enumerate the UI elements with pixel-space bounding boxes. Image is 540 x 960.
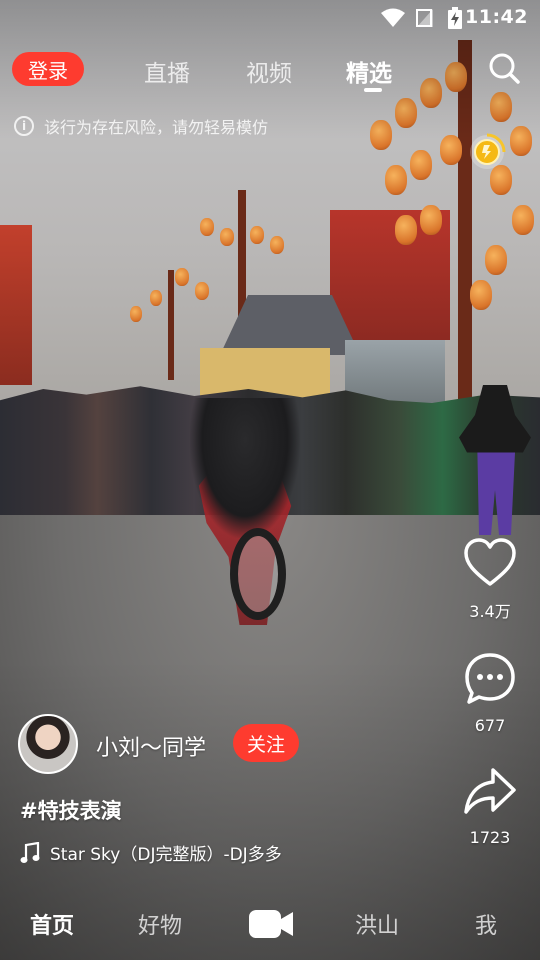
signal-icon bbox=[416, 9, 433, 27]
nav-local[interactable]: 洪山 bbox=[355, 908, 399, 940]
lantern bbox=[410, 150, 432, 180]
like-count: 3.4万 bbox=[469, 602, 511, 621]
lantern bbox=[220, 228, 234, 246]
risk-warning: i 该行为存在风险，请勿轻易模仿 bbox=[14, 114, 268, 138]
top-bar: 登录 直播 视频 精选 bbox=[0, 50, 540, 92]
tab-featured[interactable]: 精选 bbox=[346, 54, 392, 88]
lantern bbox=[200, 218, 214, 236]
scene-left-tower bbox=[0, 225, 32, 385]
lantern bbox=[250, 226, 264, 244]
lantern bbox=[512, 205, 534, 235]
lantern bbox=[175, 268, 189, 286]
heart-icon[interactable] bbox=[463, 538, 517, 588]
bottom-nav: 首页 好物 洪山 我 bbox=[0, 900, 540, 960]
tab-video[interactable]: 视频 bbox=[246, 54, 292, 88]
video-camera-icon[interactable] bbox=[248, 906, 294, 942]
comment-count: 677 bbox=[474, 716, 506, 735]
login-button[interactable]: 登录 bbox=[12, 52, 84, 86]
scene-kiosk bbox=[200, 348, 330, 398]
lantern bbox=[130, 306, 142, 322]
battery-charging-icon bbox=[448, 7, 462, 29]
share-count: 1723 bbox=[469, 828, 511, 847]
music-title: Star Sky（DJ完整版）-DJ多多 bbox=[50, 845, 282, 865]
nav-me[interactable]: 我 bbox=[475, 908, 497, 940]
avatar[interactable] bbox=[18, 714, 78, 774]
tab-live[interactable]: 直播 bbox=[144, 54, 190, 88]
scene-wheel bbox=[230, 528, 286, 620]
music-note-icon bbox=[20, 841, 40, 863]
info-icon: i bbox=[14, 116, 34, 136]
author-name[interactable]: 小刘～同学 bbox=[96, 730, 206, 762]
wifi-icon bbox=[381, 8, 405, 27]
video-feed-screen: 11:42 登录 直播 视频 精选 i 该行为存在风险，请勿轻易模仿 3.4万 bbox=[0, 0, 540, 960]
comment-icon[interactable] bbox=[464, 652, 516, 706]
music-info[interactable]: Star Sky（DJ完整版）-DJ多多 bbox=[20, 840, 282, 865]
coin-reward-icon[interactable] bbox=[463, 124, 511, 172]
share-arrow-icon[interactable] bbox=[463, 766, 517, 818]
follow-button[interactable]: 关注 bbox=[233, 724, 299, 762]
author-row: 小刘～同学 关注 bbox=[18, 714, 378, 776]
nav-home[interactable]: 首页 bbox=[30, 908, 74, 940]
status-bar: 11:42 bbox=[0, 0, 540, 36]
scene-rider bbox=[190, 398, 300, 538]
share-action[interactable]: 1723 bbox=[440, 766, 540, 847]
clock: 11:42 bbox=[465, 6, 528, 28]
active-tab-indicator bbox=[364, 88, 382, 92]
lantern bbox=[270, 236, 284, 254]
lantern bbox=[485, 245, 507, 275]
lantern bbox=[195, 282, 209, 300]
search-icon[interactable] bbox=[486, 50, 522, 86]
lantern bbox=[470, 280, 492, 310]
scene-middle-pole-2 bbox=[168, 270, 174, 380]
comment-action[interactable]: 677 bbox=[440, 652, 540, 735]
nav-goods[interactable]: 好物 bbox=[138, 908, 182, 940]
like-action[interactable]: 3.4万 bbox=[440, 538, 540, 622]
lantern bbox=[385, 165, 407, 195]
lantern bbox=[395, 215, 417, 245]
risk-warning-text: 该行为存在风险，请勿轻易模仿 bbox=[44, 118, 269, 137]
hashtag[interactable]: #特技表演 bbox=[20, 795, 122, 825]
lantern bbox=[150, 290, 162, 306]
lantern bbox=[420, 205, 442, 235]
